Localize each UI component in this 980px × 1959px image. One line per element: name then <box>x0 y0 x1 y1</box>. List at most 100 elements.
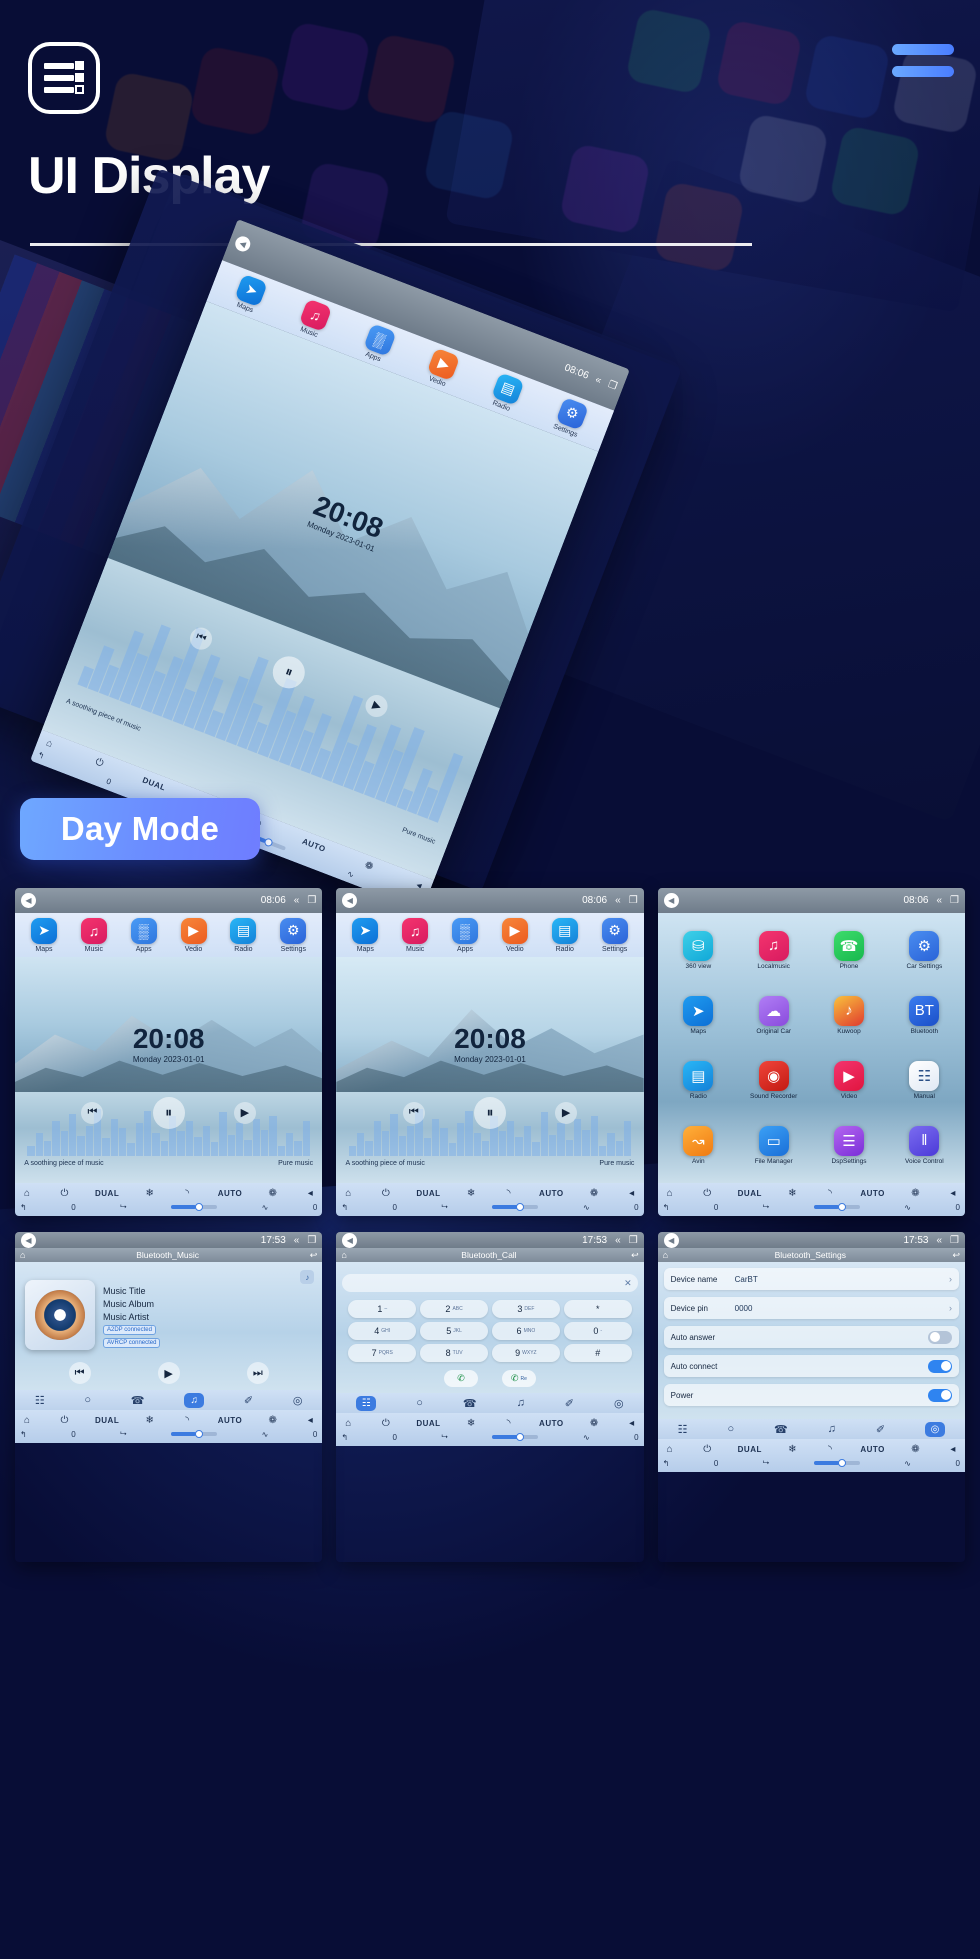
fan-slider[interactable] <box>492 1433 539 1441</box>
power-icon[interactable]: ⏻ <box>700 1442 714 1456</box>
volume-icon[interactable]: ◂ <box>303 1413 317 1427</box>
key-2[interactable]: 2 ABC <box>420 1300 488 1318</box>
chevron-up-icon[interactable]: « <box>936 895 942 906</box>
airflow-icon[interactable]: ∿ <box>346 869 355 880</box>
dock-item-3[interactable]: ♫ <box>517 1397 525 1409</box>
radio-icon[interactable]: ▤ <box>683 1060 714 1091</box>
seat-heat-icon[interactable]: ⮡ <box>442 1202 448 1212</box>
app-apps[interactable]: ▒ Apps <box>130 917 157 953</box>
grid-app-phone[interactable]: ☎ Phone <box>812 919 885 982</box>
dock-item-2[interactable]: ☎ <box>131 1394 145 1407</box>
return-icon[interactable]: ↰ <box>341 1203 348 1212</box>
key-#[interactable]: # <box>563 1344 632 1362</box>
airflow-icon[interactable]: ∿ <box>583 1433 590 1442</box>
home-icon[interactable]: ⌂ <box>20 1186 34 1200</box>
grid-app-sound-recorder[interactable]: ◉ Sound Recorder <box>737 1049 810 1112</box>
fan-icon[interactable]: ❁ <box>587 1416 601 1430</box>
airflow-icon[interactable]: ∿ <box>904 1203 911 1212</box>
sliders-icon[interactable]: ☰ <box>833 1125 864 1156</box>
dock-item-2[interactable]: ☎ <box>463 1397 477 1410</box>
toggle-switch[interactable] <box>928 1330 952 1344</box>
grid-app-video[interactable]: ▶ Video <box>812 1049 885 1112</box>
seat-heat-icon[interactable]: ⮡ <box>120 1429 126 1439</box>
app-settings[interactable]: ⚙ Settings <box>280 917 307 953</box>
record-icon[interactable]: ◉ <box>758 1060 789 1091</box>
music-note-icon[interactable]: ♫ <box>80 917 107 944</box>
toggle-switch[interactable] <box>928 1388 952 1402</box>
navigation-icon[interactable]: ➤ <box>30 917 57 944</box>
pause-button[interactable]: ⏸ <box>473 1096 506 1129</box>
back-icon[interactable]: ◀ <box>21 892 36 908</box>
key-1[interactable]: 1– <box>348 1300 417 1318</box>
chevron-up-icon[interactable]: « <box>615 1235 621 1246</box>
home-icon[interactable]: ⌂ <box>663 1442 677 1456</box>
next-button[interactable]: ▶ <box>233 1101 256 1124</box>
fan-icon[interactable]: ❁ <box>908 1186 922 1200</box>
next-button[interactable]: ▶ <box>362 691 392 720</box>
app-radio[interactable]: ▤ Radio <box>488 371 525 414</box>
recents-icon[interactable]: ❐ <box>307 895 316 906</box>
dock-item-2[interactable]: ☎ <box>774 1423 788 1436</box>
dial-input[interactable]: ✕ <box>342 1274 638 1292</box>
seat-heat-icon[interactable]: ⮡ <box>763 1458 769 1468</box>
auto-label[interactable]: AUTO <box>218 1189 243 1198</box>
dual-label[interactable]: DUAL <box>738 1189 762 1198</box>
app-radio[interactable]: ▤ Radio <box>230 917 257 953</box>
phone-icon[interactable]: ☎ <box>833 930 864 961</box>
prev-button[interactable]: ⏮ <box>186 623 216 653</box>
car-360-icon[interactable]: ⛁ <box>683 930 714 961</box>
chevron-up-icon[interactable]: « <box>294 895 300 906</box>
dock-item-5[interactable]: ◎ <box>614 1397 624 1410</box>
recents-icon[interactable]: ❐ <box>629 895 638 906</box>
dual-label[interactable]: DUAL <box>95 1416 119 1425</box>
play-button[interactable]: ▶ <box>157 1362 180 1384</box>
power-icon[interactable]: ⏻ <box>58 1413 72 1427</box>
setting-row-power[interactable]: Power <box>663 1384 959 1406</box>
music-note-icon[interactable]: ♫ <box>402 917 429 944</box>
auto-label[interactable]: AUTO <box>218 1416 243 1425</box>
seat-heat-icon[interactable]: ⮡ <box>763 1202 769 1212</box>
defog-icon[interactable]: ◝ <box>502 1416 516 1430</box>
chevron-right-icon[interactable]: › <box>949 1303 952 1313</box>
home-icon[interactable]: ⌂ <box>341 1186 355 1200</box>
key-*[interactable]: * <box>563 1300 632 1318</box>
music-note-icon[interactable]: ♫ <box>758 930 789 961</box>
fan-icon[interactable]: ❁ <box>587 1186 601 1200</box>
key-4[interactable]: 4 GHI <box>348 1322 417 1340</box>
auto-label[interactable]: AUTO <box>860 1445 885 1454</box>
snowflake-icon[interactable]: ❄ <box>464 1186 478 1200</box>
recents-icon[interactable]: ❐ <box>629 1235 638 1246</box>
airflow-icon[interactable]: ∿ <box>904 1459 911 1468</box>
dual-label[interactable]: DUAL <box>95 1189 119 1198</box>
power-icon[interactable]: ⏻ <box>700 1186 714 1200</box>
home-icon[interactable]: ⌂ <box>341 1416 355 1430</box>
volume-icon[interactable]: ◂ <box>625 1416 639 1430</box>
defog-icon[interactable]: ◝ <box>502 1186 516 1200</box>
grid-app-car-settings[interactable]: ⚙ Car Settings <box>888 919 961 982</box>
avin-icon[interactable]: ↝ <box>683 1125 714 1156</box>
app-vedio[interactable]: ▶ Vedio <box>180 917 207 953</box>
prev-button[interactable]: ⏮ <box>402 1101 425 1124</box>
voice-wave-icon[interactable]: ‖ <box>909 1125 940 1156</box>
recents-icon[interactable]: ❐ <box>606 379 618 392</box>
return-icon[interactable]: ↰ <box>20 1430 27 1439</box>
home-icon[interactable]: ⌂ <box>663 1186 677 1200</box>
auto-label[interactable]: AUTO <box>539 1419 564 1428</box>
fan-slider[interactable] <box>171 1203 218 1211</box>
defog-icon[interactable]: ◝ <box>180 1186 194 1200</box>
pause-button[interactable]: ⏸ <box>152 1096 185 1129</box>
power-icon[interactable]: ⏻ <box>379 1186 393 1200</box>
key-9[interactable]: 9 WXYZ <box>491 1344 560 1362</box>
dual-label[interactable]: DUAL <box>416 1189 440 1198</box>
recents-icon[interactable]: ❐ <box>950 1235 959 1246</box>
app-maps[interactable]: ➤ Maps <box>232 273 269 315</box>
app-maps[interactable]: ➤ Maps <box>352 917 379 953</box>
grid-app-localmusic[interactable]: ♫ Localmusic <box>737 919 810 982</box>
grid-app-maps[interactable]: ➤ Maps <box>662 984 735 1047</box>
music-note-icon[interactable]: ♪ <box>300 1270 315 1284</box>
navigation-icon[interactable]: ➤ <box>683 995 714 1026</box>
next-button[interactable]: ⏭ <box>246 1362 269 1384</box>
delete-button[interactable]: ✆ Re <box>501 1370 536 1387</box>
dock-item-1[interactable]: ○ <box>727 1423 734 1435</box>
dock-item-0[interactable]: ☷ <box>356 1395 377 1411</box>
